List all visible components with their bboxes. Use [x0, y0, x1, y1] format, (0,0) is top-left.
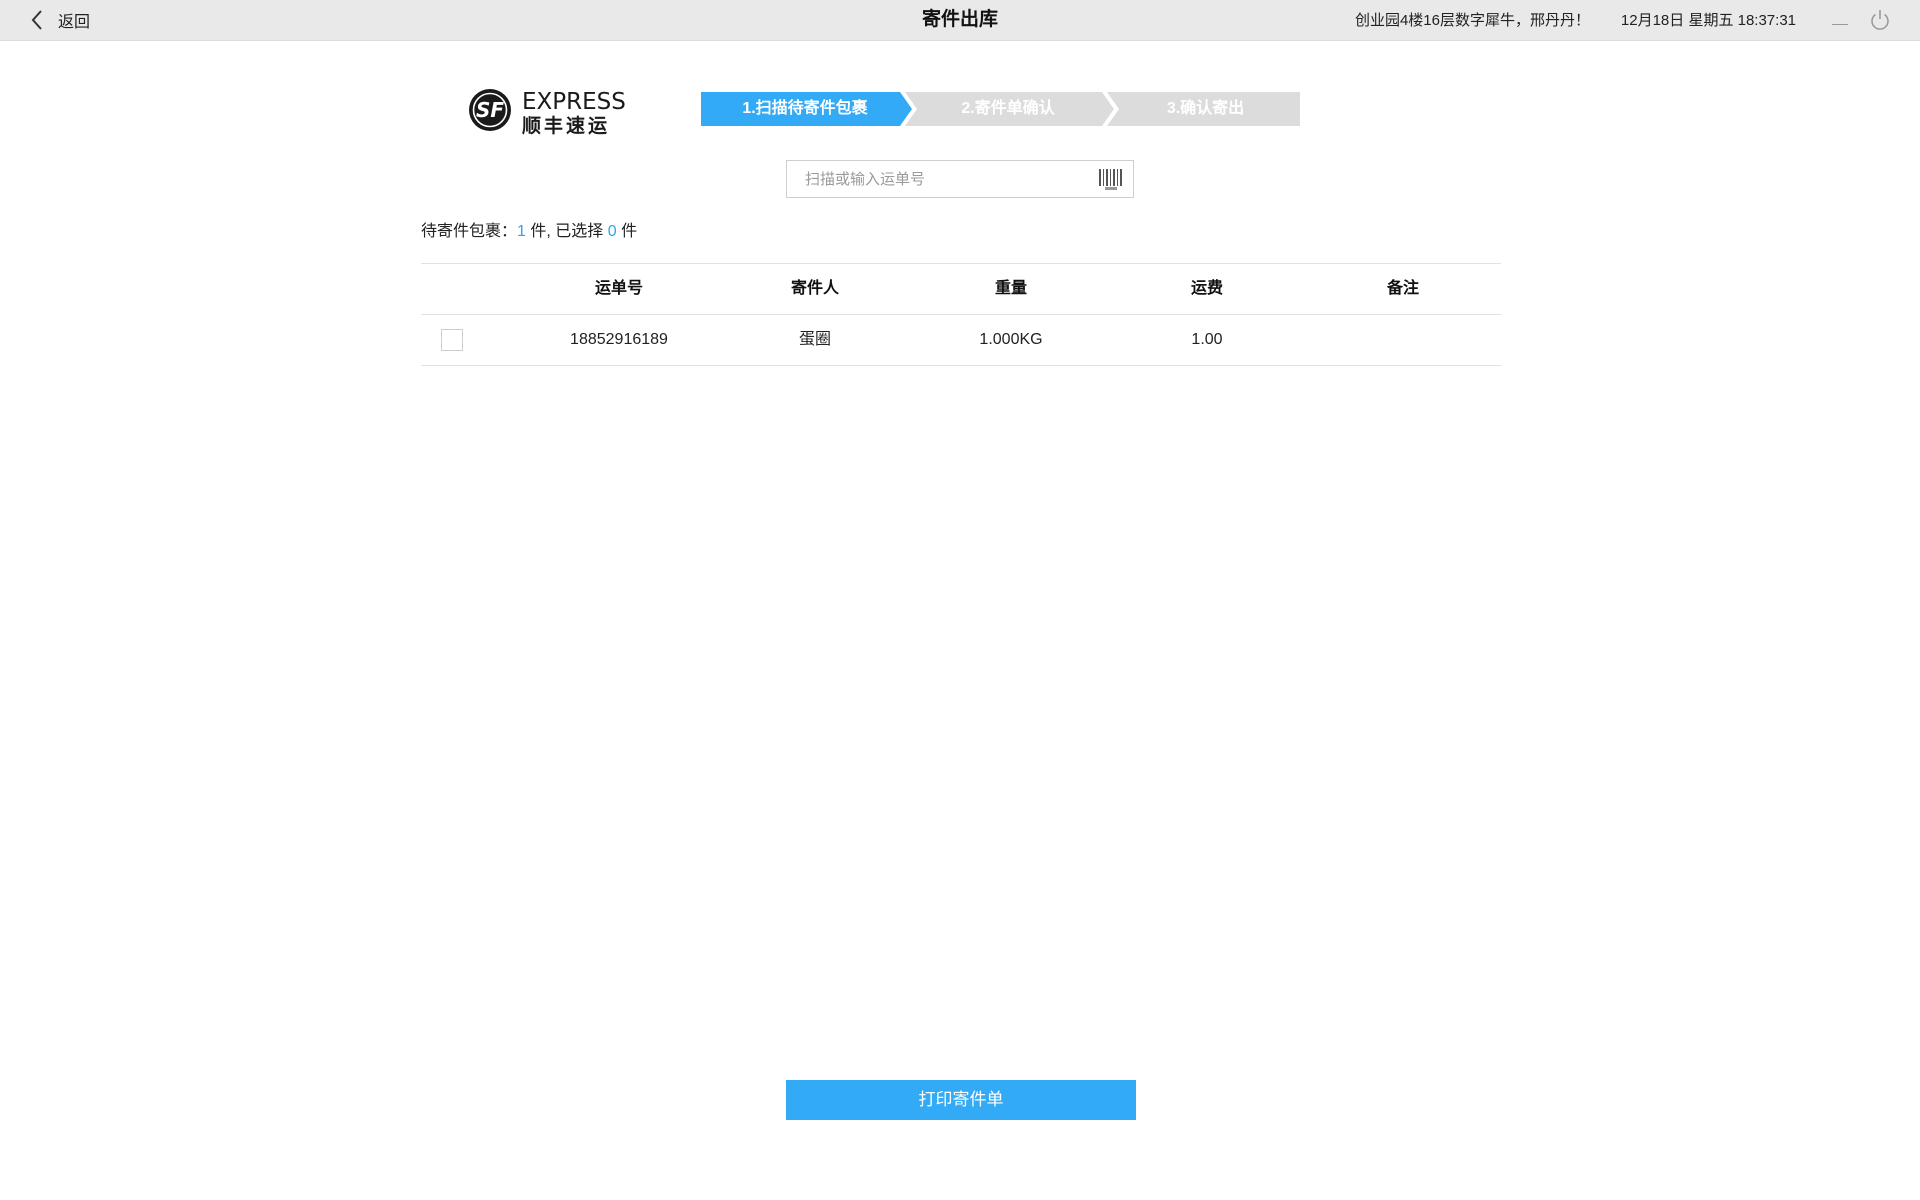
step-2-label: 2.寄件单确认 [961, 100, 1055, 117]
logo-brand-en: EXPRESS [522, 89, 626, 115]
table-row[interactable]: 18852916189 蛋圈 1.000KG 1.00 [421, 314, 1501, 366]
summary-mid: 件, 已选择 [525, 223, 608, 240]
back-label: 返回 [58, 14, 91, 31]
column-header-sender: 寄件人 [790, 280, 839, 297]
title-bar: 返回 寄件出库 创业园4楼16层数字犀牛，邢丹丹！ 12月18日 星期五 18:… [0, 0, 1920, 41]
column-header-remark: 备注 [1386, 280, 1419, 297]
step-1-label: 1.扫描待寄件包裹 [742, 100, 868, 117]
chevron-left-icon [31, 10, 42, 30]
step-indicator: 1.扫描待寄件包裹 2.寄件单确认 3.确认寄出 [701, 92, 1300, 126]
user-greeting: 创业园4楼16层数字犀牛，邢丹丹！ [1354, 12, 1590, 29]
column-header-weight: 重量 [994, 280, 1027, 297]
sf-express-logo: SF EXPRESS 顺丰速运 [469, 89, 626, 137]
pending-count: 1 [517, 223, 526, 240]
datetime: 12月18日 星期五 18:37:31 [1620, 12, 1796, 29]
back-button[interactable]: 返回 [30, 8, 90, 32]
cell-fee: 1.00 [1191, 331, 1223, 348]
waybill-input[interactable] [787, 161, 1105, 197]
waybill-search [786, 160, 1134, 198]
package-table: 运单号 寄件人 重量 运费 备注 18852916189 蛋圈 1.000KG … [421, 263, 1501, 366]
logo-brand-cn: 顺丰速运 [522, 114, 610, 137]
column-header-fee: 运费 [1190, 280, 1223, 297]
power-icon[interactable] [1868, 8, 1892, 32]
cell-weight: 1.000KG [979, 331, 1043, 348]
logo-mark: SF [476, 98, 504, 122]
step-3-label: 3.确认寄出 [1166, 100, 1245, 117]
table-header: 运单号 寄件人 重量 运费 备注 [421, 263, 1501, 314]
summary-prefix: 待寄件包裹： [421, 223, 518, 240]
column-header-waybill: 运单号 [594, 280, 643, 297]
cell-sender: 蛋圈 [798, 331, 831, 348]
barcode-icon[interactable] [1099, 169, 1123, 191]
cell-waybill: 18852916189 [570, 331, 668, 348]
minimize-icon[interactable] [1830, 10, 1850, 30]
selected-count: 0 [607, 223, 617, 240]
package-summary: 待寄件包裹：1 件, 已选择 0 件 [421, 221, 637, 243]
print-waybill-button[interactable]: 打印寄件单 [786, 1080, 1136, 1120]
summary-suffix: 件 [616, 223, 638, 240]
row-checkbox[interactable] [441, 329, 463, 351]
